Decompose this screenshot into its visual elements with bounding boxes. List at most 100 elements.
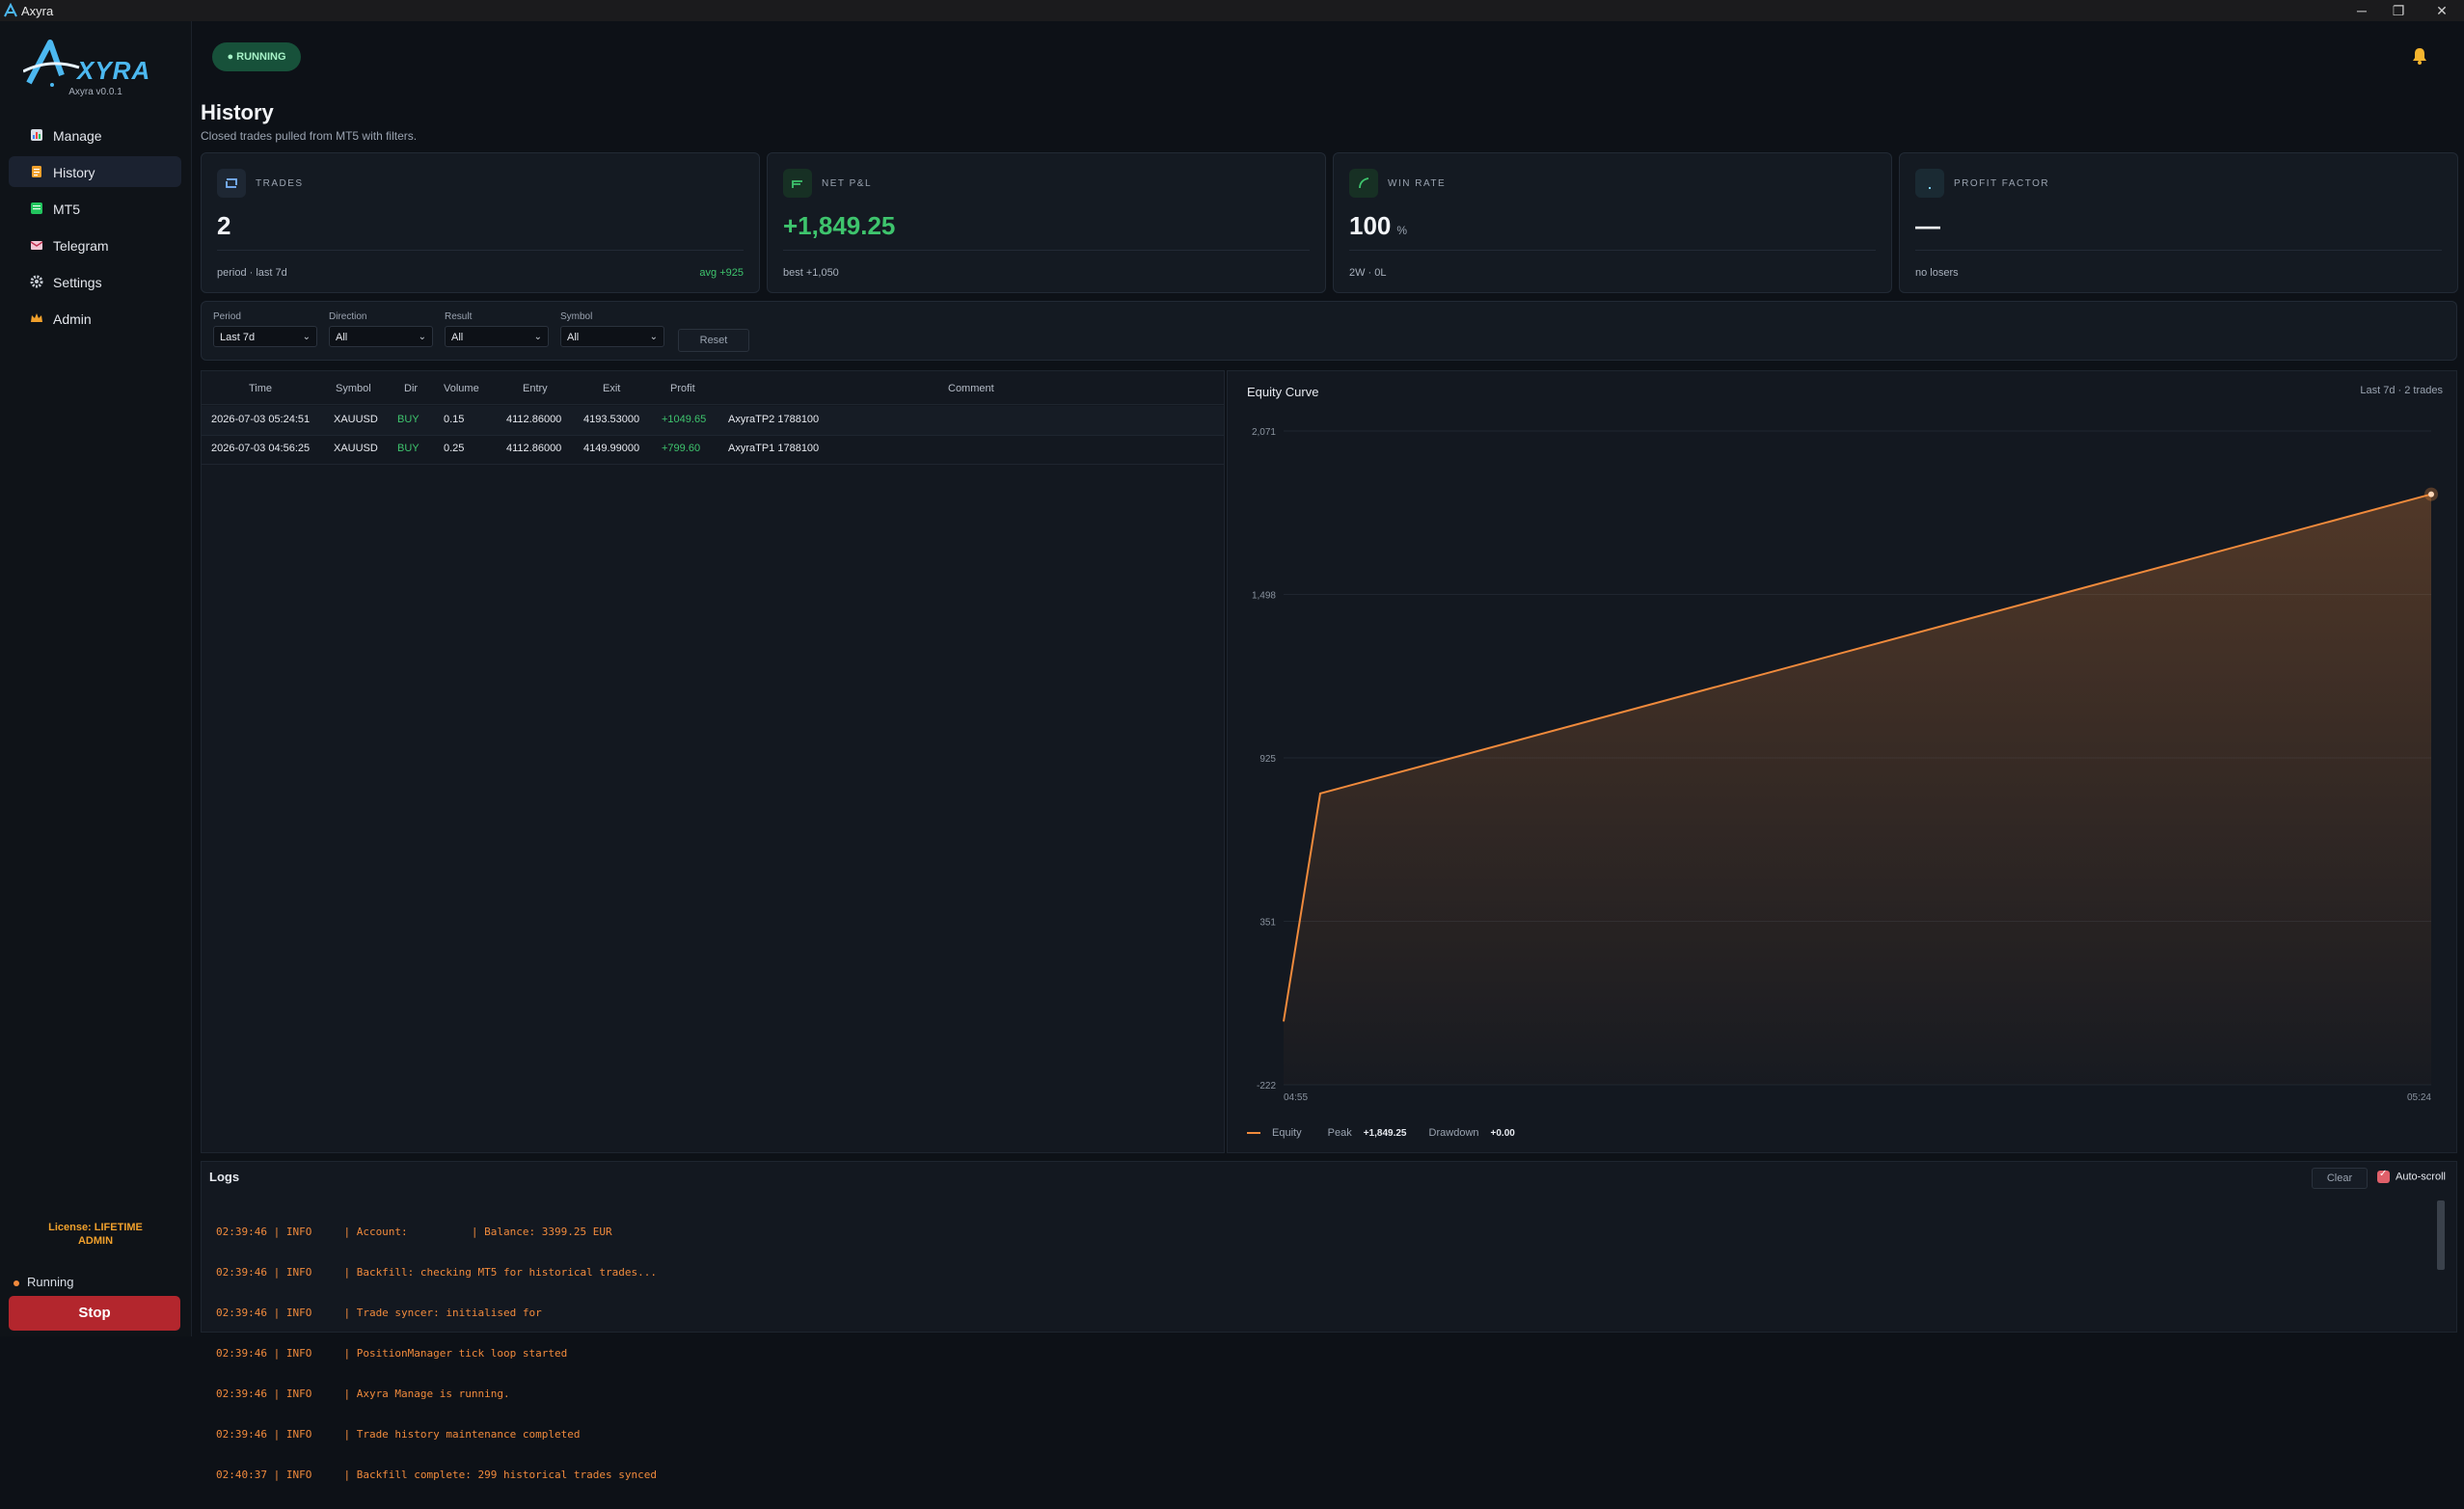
sidebar: XYRA Axyra v0.0.1 Manage History MT5 Tel… (0, 21, 192, 1336)
filter-label: Symbol (560, 311, 593, 322)
logo-wordmark: XYRA (77, 56, 151, 85)
equity-point[interactable] (2428, 491, 2434, 498)
clear-logs-button[interactable]: Clear (2312, 1168, 2368, 1189)
filter-period: Period Last 7d ⌄ (213, 311, 317, 347)
sidebar-item-settings[interactable]: Settings (9, 266, 181, 297)
cell-entry: 4112.86000 (506, 414, 562, 425)
cell-profit: +799.60 (662, 443, 701, 454)
log-line: 02:39:46 | INFO | Account: | Balance: 33… (216, 1226, 612, 1238)
legend-drawdown-value: +0.00 (1490, 1128, 1515, 1139)
stat-card-win-rate: WIN RATE 100% 2W · 0L (1333, 152, 1892, 293)
clipboard-icon (32, 166, 41, 177)
legend-swatch (1247, 1132, 1260, 1135)
stat-value-text: — (1915, 211, 1940, 240)
app-logo-icon (4, 3, 17, 17)
legend-peak-value: +1,849.25 (1363, 1128, 1407, 1139)
reset-button[interactable]: Reset (678, 329, 749, 352)
result-select[interactable]: All ⌄ (445, 326, 549, 347)
checkbox-checked-icon[interactable] (2377, 1169, 2390, 1183)
close-icon[interactable]: ✕ (2420, 0, 2464, 21)
stat-card-profit-factor: PROFIT FACTOR — no losers (1899, 152, 2458, 293)
stat-value: 100% (1349, 211, 1407, 241)
sidebar-item-telegram[interactable]: Telegram (9, 229, 181, 260)
y-tick-label: -222 (1257, 1081, 1276, 1091)
sidebar-item-history[interactable]: History (9, 156, 181, 187)
period-select[interactable]: Last 7d ⌄ (213, 326, 317, 347)
profit-factor-icon (1915, 169, 1944, 198)
log-scrollbar[interactable] (2437, 1200, 2445, 1270)
header-divider (202, 404, 1224, 405)
column-header-profit[interactable]: Profit (670, 383, 695, 394)
status-dot-icon (14, 1280, 19, 1286)
cell-exit: 4149.99000 (583, 443, 640, 454)
pnl-icon (783, 169, 812, 198)
stat-footer-right: avg +925 (699, 267, 744, 279)
direction-select[interactable]: All ⌄ (329, 326, 433, 347)
app-version: Axyra v0.0.1 (68, 87, 122, 97)
column-header-symbol[interactable]: Symbol (336, 383, 371, 394)
bell-icon[interactable] (2411, 46, 2428, 66)
column-header-comment[interactable]: Comment (948, 383, 994, 394)
column-header-entry[interactable]: Entry (523, 383, 548, 394)
restore-icon[interactable]: ❐ (2376, 0, 2421, 21)
run-status-label: Running (27, 1275, 74, 1289)
select-value: Last 7d (220, 332, 256, 343)
x-tick-label: 05:24 (2407, 1092, 2431, 1103)
sidebar-item-label: History (53, 165, 95, 180)
sidebar-item-manage[interactable]: Manage (9, 120, 181, 150)
filter-label: Direction (329, 311, 367, 322)
chart-bar-icon (31, 129, 42, 141)
card-divider (783, 250, 1310, 251)
cell-comment: AxyraTP1 1788100 (728, 443, 820, 454)
stat-label: PROFIT FACTOR (1954, 178, 2050, 189)
log-line: 02:39:46 | INFO | Backfill: checking MT5… (216, 1266, 657, 1279)
table-row[interactable]: 2026-07-03 05:24:51 XAUUSD BUY 0.15 4112… (202, 406, 1224, 436)
stat-footer: 2W · 0L (1349, 267, 1387, 279)
cell-symbol: XAUUSD (334, 414, 378, 425)
stat-card-net-pnl: NET P&L +1,849.25 best +1,050 (767, 152, 1326, 293)
column-header-time[interactable]: Time (249, 383, 272, 394)
filter-direction: Direction All ⌄ (329, 311, 433, 347)
license-info: License: LIFETIME ADMIN (0, 1221, 191, 1248)
chevron-down-icon: ⌄ (533, 332, 542, 342)
log-line: 02:39:46 | INFO | Axyra Manage is runnin… (216, 1388, 510, 1400)
y-tick-label: 351 (1259, 918, 1276, 929)
axyra-logo: XYRA (22, 37, 168, 94)
legend-equity: Equity (1272, 1127, 1302, 1139)
win-rate-icon (1349, 169, 1378, 198)
stat-value: +1,849.25 (783, 211, 895, 241)
table-row[interactable]: 2026-07-03 04:56:25 XAUUSD BUY 0.25 4112… (202, 435, 1224, 465)
run-status: Running (14, 1275, 73, 1289)
stat-card-trades: TRADES 2 period · last 7d avg +925 (201, 152, 760, 293)
stat-footer: no losers (1915, 267, 1959, 279)
chevron-down-icon: ⌄ (649, 332, 658, 342)
legend-drawdown-label: Drawdown (1428, 1127, 1479, 1139)
y-tick-label: 2,071 (1252, 427, 1276, 438)
logs-title: Logs (209, 1170, 240, 1184)
column-header-volume[interactable]: Volume (444, 383, 479, 394)
log-line: 02:39:46 | INFO | Trade history maintena… (216, 1428, 581, 1441)
license-role: ADMIN (77, 1235, 114, 1247)
cell-exit: 4193.53000 (583, 414, 640, 425)
cell-symbol: XAUUSD (334, 443, 378, 454)
stop-button[interactable]: Stop (9, 1296, 180, 1331)
window-title: Axyra (21, 4, 54, 18)
sidebar-item-label: MT5 (53, 202, 80, 217)
cell-entry: 4112.86000 (506, 443, 562, 454)
stat-unit: % (1396, 224, 1408, 237)
column-header-dir[interactable]: Dir (404, 383, 418, 394)
cell-volume: 0.25 (444, 443, 465, 454)
sidebar-item-admin[interactable]: Admin (9, 303, 181, 334)
crown-icon (31, 313, 42, 322)
cell-dir: BUY (397, 443, 420, 454)
filter-bar: Period Last 7d ⌄ Direction All ⌄ Result Al… (201, 301, 2457, 361)
autoscroll-label: Auto-scroll (2396, 1171, 2446, 1183)
y-tick-label: 925 (1259, 754, 1276, 765)
equity-chart[interactable]: 2,071 1,498 925 351 -222 04:55 05:24 (1228, 371, 2456, 1114)
card-divider (1915, 250, 2442, 251)
sidebar-item-mt5[interactable]: MT5 (9, 193, 181, 224)
symbol-select[interactable]: All ⌄ (560, 326, 664, 347)
autoscroll-toggle[interactable]: Auto-scroll (2377, 1169, 2446, 1183)
card-divider (1349, 250, 1876, 251)
column-header-exit[interactable]: Exit (603, 383, 620, 394)
